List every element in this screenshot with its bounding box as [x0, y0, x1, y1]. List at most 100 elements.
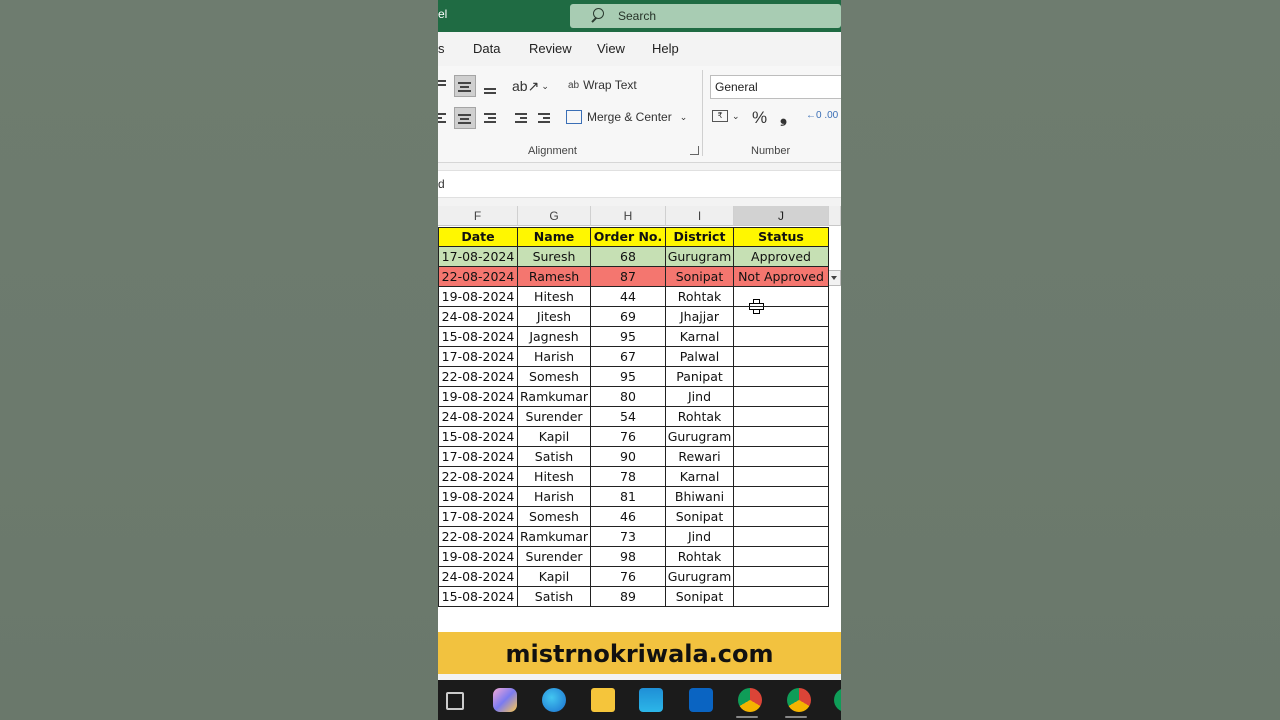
decrease-indent-icon[interactable]	[512, 108, 532, 128]
table-cell[interactable]	[734, 587, 829, 607]
table-cell[interactable]: 76	[591, 427, 666, 447]
table-cell[interactable]	[734, 407, 829, 427]
table-cell[interactable]: 87	[591, 267, 666, 287]
tab-help[interactable]: Help	[652, 41, 679, 56]
edge-icon[interactable]	[542, 688, 566, 712]
tab-view[interactable]: View	[597, 41, 625, 56]
table-cell[interactable]: 78	[591, 467, 666, 487]
table-cell[interactable]: 15-08-2024	[439, 427, 518, 447]
table-cell[interactable]: 69	[591, 307, 666, 327]
table-cell[interactable]: Not Approved	[734, 267, 829, 287]
align-center-icon[interactable]	[454, 107, 476, 129]
align-left-icon[interactable]	[438, 108, 450, 128]
table-cell[interactable]	[734, 387, 829, 407]
table-cell[interactable]: Gurugram	[666, 427, 734, 447]
table-cell[interactable]: Sonipat	[666, 267, 734, 287]
table-cell[interactable]: Rohtak	[666, 287, 734, 307]
table-cell[interactable]: 24-08-2024	[439, 407, 518, 427]
table-cell[interactable]: 19-08-2024	[439, 287, 518, 307]
table-header-cell[interactable]: Order No.	[591, 227, 666, 247]
table-cell[interactable]: Somesh	[518, 367, 591, 387]
increase-indent-icon[interactable]	[535, 108, 555, 128]
table-cell[interactable]: Rewari	[666, 447, 734, 467]
accounting-format-button[interactable]: ₹ ⌄	[712, 110, 740, 122]
table-cell[interactable]: 19-08-2024	[439, 547, 518, 567]
column-header-f[interactable]: F	[438, 206, 518, 226]
table-cell[interactable]	[734, 527, 829, 547]
table-cell[interactable]	[734, 447, 829, 467]
table-cell[interactable]: Hitesh	[518, 287, 591, 307]
file-explorer-icon[interactable]	[591, 688, 615, 712]
table-cell[interactable]: 15-08-2024	[439, 587, 518, 607]
table-cell[interactable]: 22-08-2024	[439, 527, 518, 547]
table-cell[interactable]	[734, 427, 829, 447]
table-cell[interactable]	[734, 327, 829, 347]
table-cell[interactable]: Karnal	[666, 327, 734, 347]
table-cell[interactable]: Jind	[666, 527, 734, 547]
table-cell[interactable]: 54	[591, 407, 666, 427]
table-cell[interactable]: Ramkumar	[518, 387, 591, 407]
table-cell[interactable]: Jind	[666, 387, 734, 407]
table-cell[interactable]: Satish	[518, 587, 591, 607]
table-cell[interactable]: 98	[591, 547, 666, 567]
column-header-h[interactable]: H	[591, 206, 666, 226]
number-format-dropdown[interactable]: General	[710, 75, 841, 99]
column-header-j[interactable]: J	[734, 206, 829, 226]
table-cell[interactable]: 19-08-2024	[439, 487, 518, 507]
table-cell[interactable]: Harish	[518, 347, 591, 367]
merge-center-button[interactable]: Merge & Center ⌄	[566, 110, 687, 124]
worksheet-grid[interactable]: F G H I J Date Name Order No. District Statu…	[438, 206, 841, 632]
table-header-cell[interactable]: Name	[518, 227, 591, 247]
table-cell[interactable]: Gurugram	[666, 247, 734, 267]
store-icon[interactable]	[639, 688, 663, 712]
table-cell[interactable]: Surender	[518, 547, 591, 567]
tab-review[interactable]: Review	[529, 41, 572, 56]
table-cell[interactable]: Sonipat	[666, 507, 734, 527]
validation-dropdown-icon[interactable]	[828, 270, 841, 286]
table-cell[interactable]: Satish	[518, 447, 591, 467]
table-cell[interactable]: 46	[591, 507, 666, 527]
table-cell[interactable]	[734, 287, 829, 307]
table-cell[interactable]: Somesh	[518, 507, 591, 527]
table-cell[interactable]	[734, 507, 829, 527]
table-cell[interactable]: 17-08-2024	[439, 347, 518, 367]
align-middle-icon[interactable]	[454, 75, 476, 97]
table-cell[interactable]: 22-08-2024	[439, 367, 518, 387]
app-icon[interactable]	[834, 688, 841, 712]
table-cell[interactable]: Jhajjar	[666, 307, 734, 327]
table-cell[interactable]: Kapil	[518, 427, 591, 447]
table-cell[interactable]: 22-08-2024	[439, 267, 518, 287]
table-cell[interactable]	[734, 347, 829, 367]
outlook-icon[interactable]	[689, 688, 713, 712]
table-cell[interactable]: Panipat	[666, 367, 734, 387]
column-header-k[interactable]	[829, 206, 841, 226]
align-right-icon[interactable]	[480, 108, 500, 128]
table-cell[interactable]: Harish	[518, 487, 591, 507]
table-cell[interactable]: 80	[591, 387, 666, 407]
table-cell[interactable]: 15-08-2024	[439, 327, 518, 347]
wrap-text-button[interactable]: ab Wrap Text	[568, 78, 637, 92]
table-cell[interactable]: 17-08-2024	[439, 447, 518, 467]
table-cell[interactable]: Rohtak	[666, 407, 734, 427]
table-cell[interactable]: Karnal	[666, 467, 734, 487]
table-cell[interactable]: Palwal	[666, 347, 734, 367]
task-view-icon[interactable]	[446, 692, 464, 710]
table-cell[interactable]: 67	[591, 347, 666, 367]
column-header-g[interactable]: G	[518, 206, 591, 226]
align-bottom-icon[interactable]	[480, 76, 500, 96]
table-cell[interactable]: Ramkumar	[518, 527, 591, 547]
table-cell[interactable]	[734, 567, 829, 587]
table-cell[interactable]: 24-08-2024	[439, 567, 518, 587]
search-box[interactable]: Search	[570, 4, 841, 28]
copilot-icon[interactable]	[493, 688, 517, 712]
table-cell[interactable]: Jagnesh	[518, 327, 591, 347]
table-cell[interactable]: Rohtak	[666, 547, 734, 567]
table-cell[interactable]: Jitesh	[518, 307, 591, 327]
table-cell[interactable]: Hitesh	[518, 467, 591, 487]
column-header-i[interactable]: I	[666, 206, 734, 226]
table-cell[interactable]: 19-08-2024	[439, 387, 518, 407]
table-cell[interactable]	[734, 487, 829, 507]
comma-style-button[interactable]: ❟	[780, 106, 787, 127]
table-cell[interactable]: 89	[591, 587, 666, 607]
table-cell[interactable]: 44	[591, 287, 666, 307]
